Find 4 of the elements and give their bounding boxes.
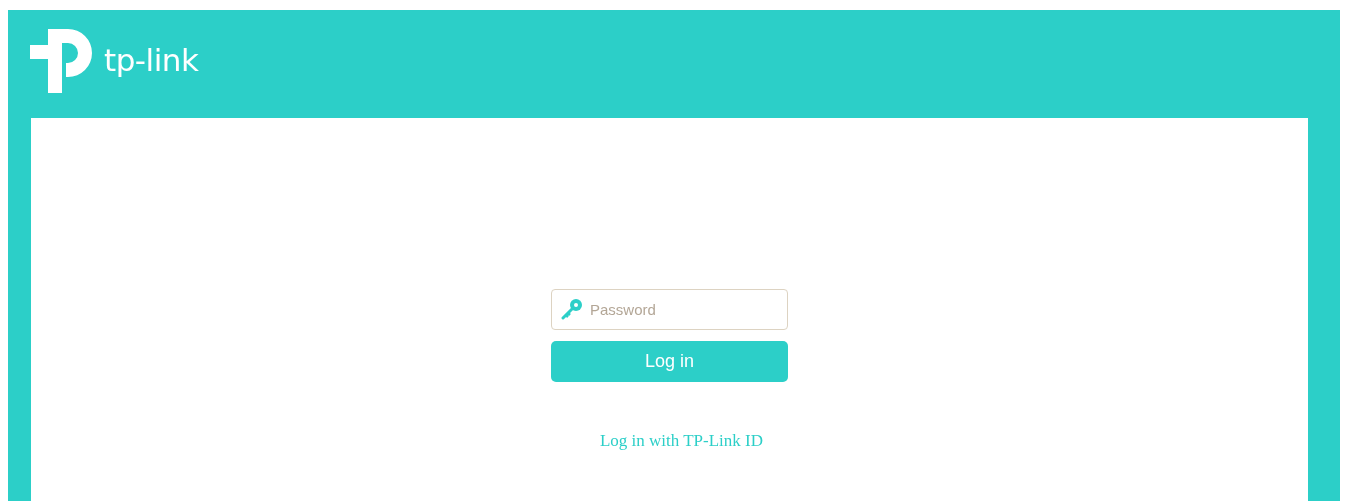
login-button[interactable]: Log in xyxy=(551,341,788,382)
password-field[interactable]: Password xyxy=(551,289,788,330)
logo-text: tp-link xyxy=(104,42,199,78)
tp-link-id-link[interactable]: Log in with TP-Link ID xyxy=(599,431,764,451)
